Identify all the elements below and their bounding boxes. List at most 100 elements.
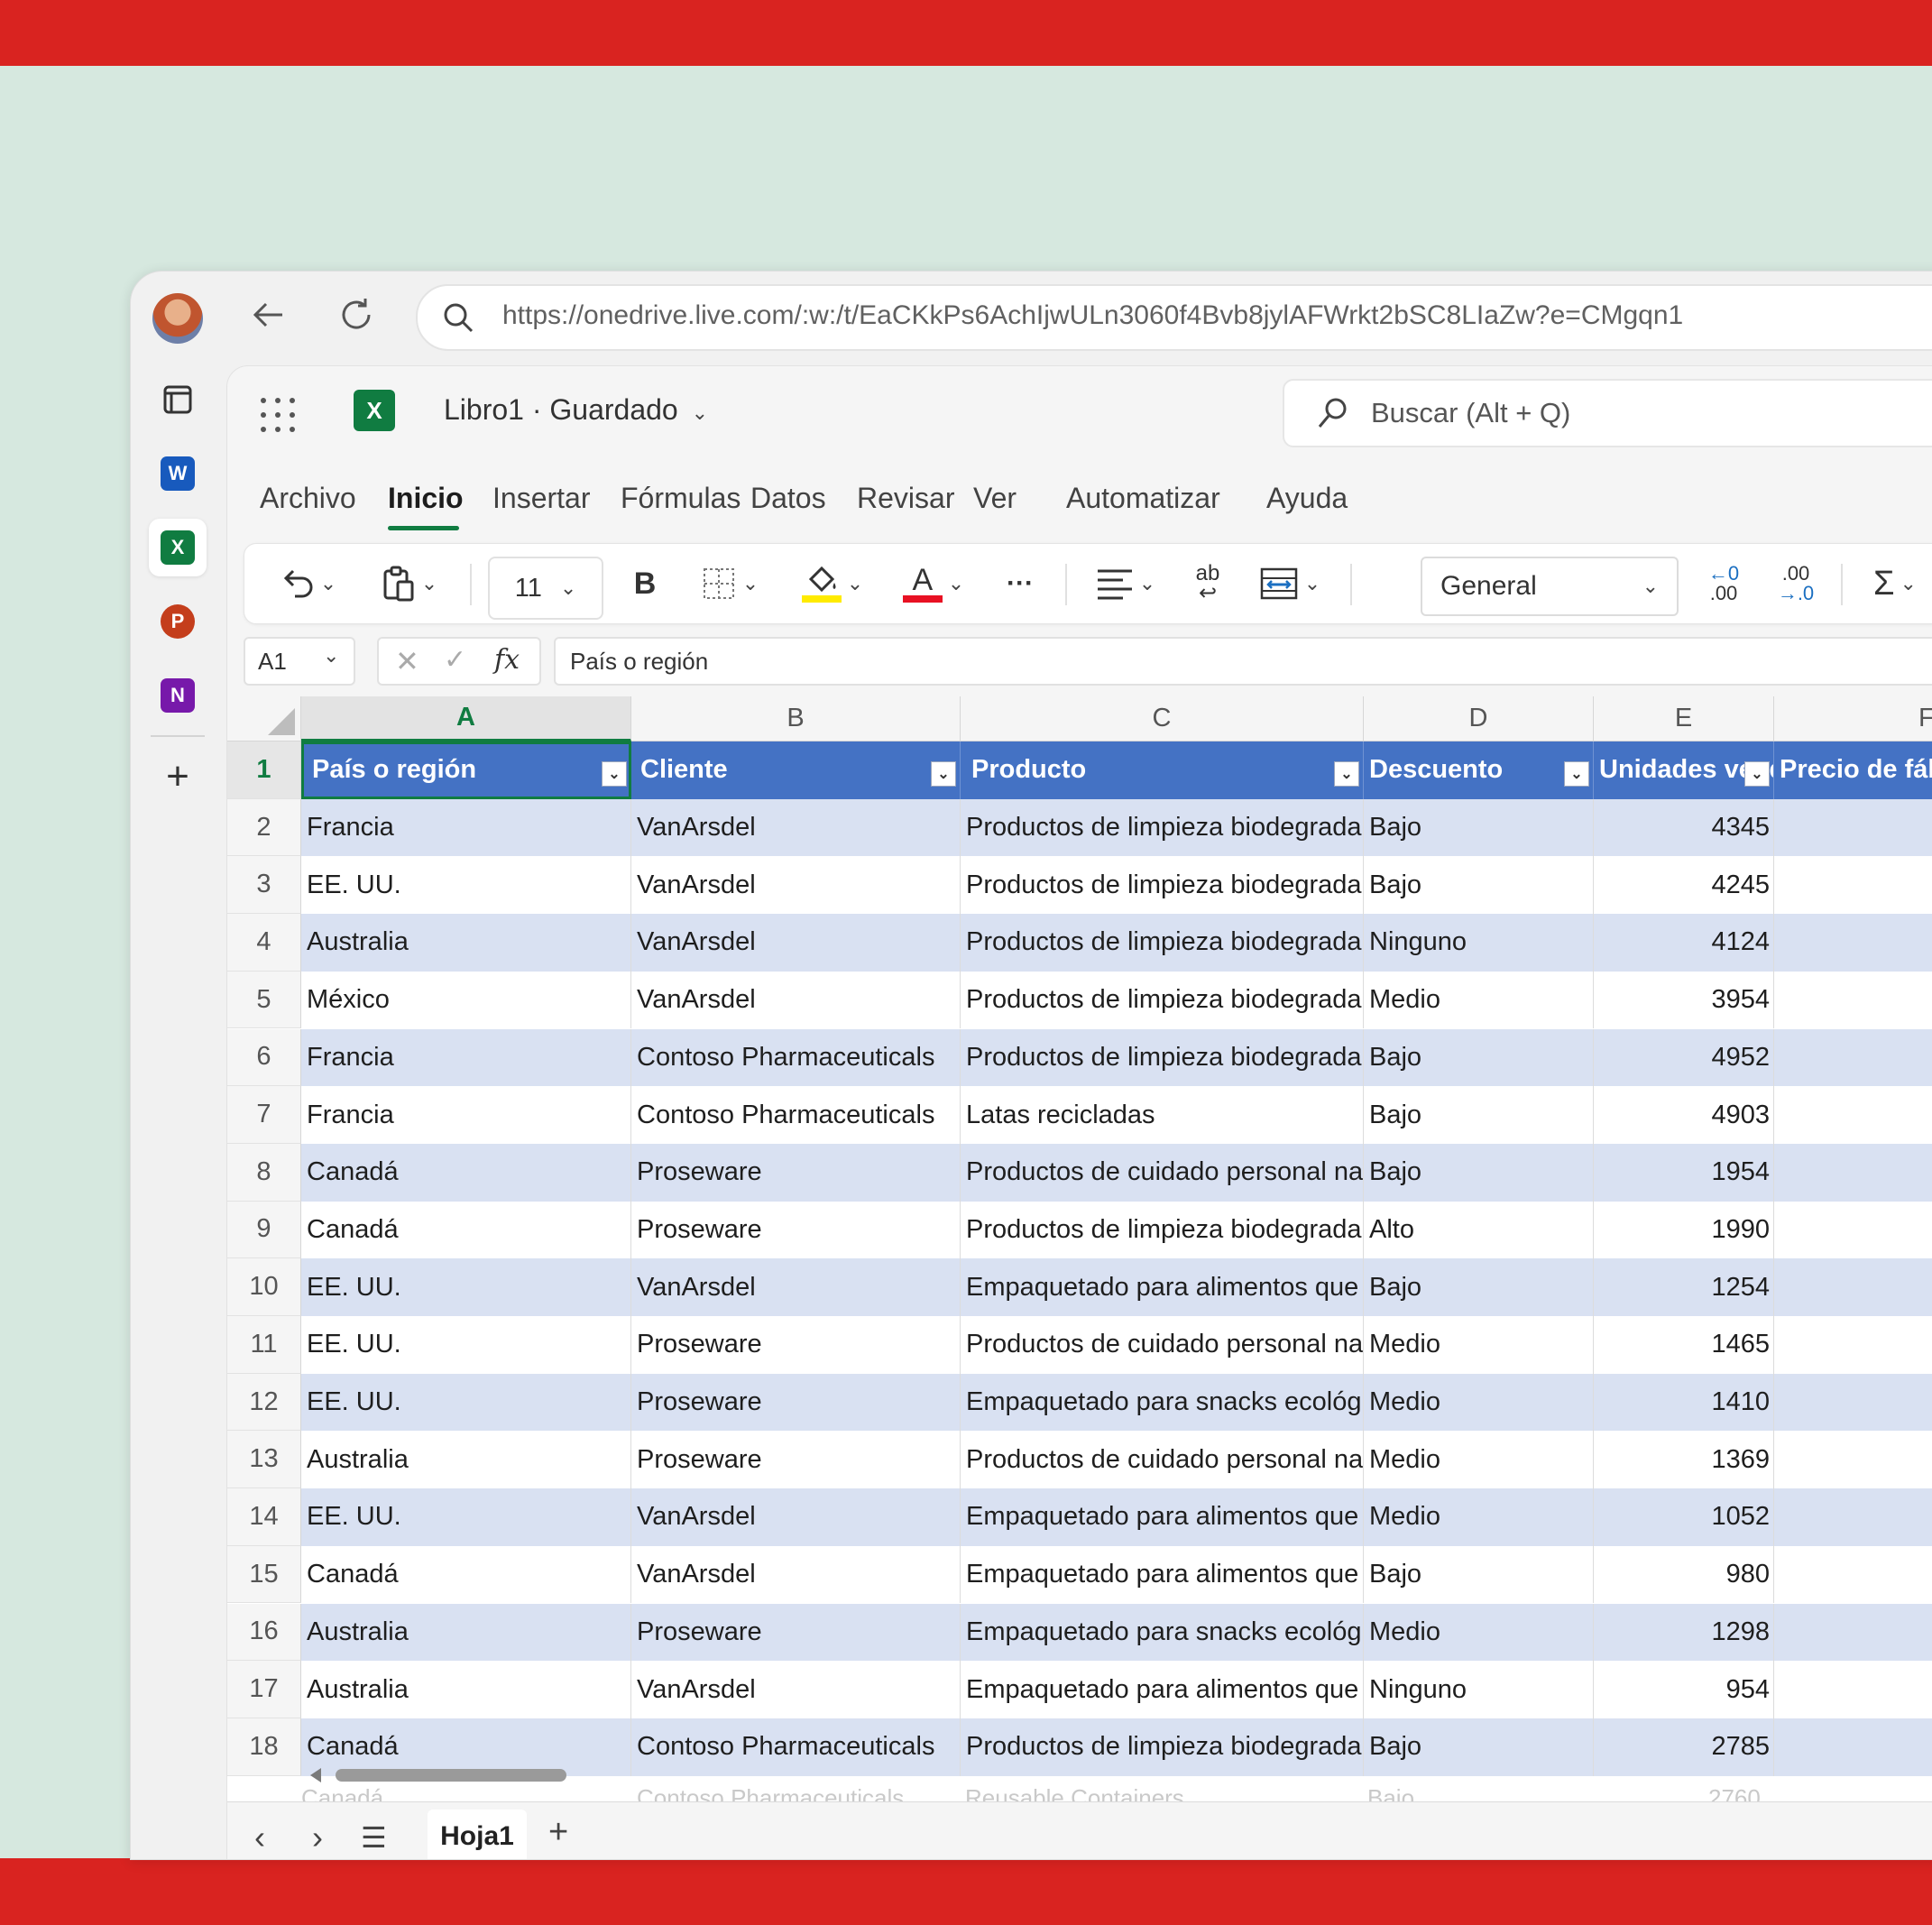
cell-precio[interactable] (1774, 1603, 1932, 1662)
row-number[interactable]: 8 (227, 1143, 301, 1202)
tabs-icon[interactable] (149, 371, 207, 428)
cell-unidades[interactable]: 1298 (1594, 1603, 1774, 1662)
cell-precio[interactable] (1774, 1661, 1932, 1718)
cell-descuento[interactable]: Medio (1364, 1373, 1594, 1432)
tab-datos[interactable]: Datos (750, 482, 826, 515)
cell-pais[interactable]: Australia (301, 1431, 631, 1489)
filter-dropdown-icon[interactable]: ⌄ (602, 761, 627, 787)
align-button[interactable]: ⌄ (1085, 562, 1166, 605)
search-box[interactable]: Buscar (Alt + Q) (1283, 379, 1932, 447)
header-cell-precio[interactable]: Precio de fábrica (1774, 741, 1932, 799)
cell-precio[interactable] (1774, 1316, 1932, 1374)
undo-button[interactable]: ⌄ (271, 562, 344, 605)
cell-producto[interactable]: Empaquetado para alimentos que (961, 1545, 1364, 1604)
filter-dropdown-icon[interactable]: ⌄ (1564, 761, 1589, 787)
cell-producto[interactable]: Productos de cuidado personal naturales (961, 1143, 1364, 1202)
previous-sheet-icon[interactable]: ‹ (254, 1819, 265, 1856)
cell-cliente[interactable]: VanArsdel (631, 1488, 961, 1546)
row-number[interactable]: 13 (227, 1431, 301, 1489)
borders-button[interactable]: ⌄ (686, 562, 773, 605)
cell-descuento[interactable]: Bajo (1364, 1086, 1594, 1144)
cell-unidades[interactable]: 1369 (1594, 1431, 1774, 1489)
row-number[interactable]: 7 (227, 1086, 301, 1144)
word-app-icon[interactable]: W (149, 445, 207, 502)
cell-producto[interactable]: Productos de limpieza biodegradables (961, 798, 1364, 857)
cancel-icon[interactable]: ✕ (395, 644, 419, 678)
cell-producto[interactable]: Empaquetado para alimentos que (961, 1488, 1364, 1546)
cell-descuento[interactable]: Bajo (1364, 1545, 1594, 1604)
check-icon[interactable]: ✓ (444, 644, 466, 676)
cell-producto[interactable]: Latas recicladas (961, 1086, 1364, 1144)
bold-button[interactable]: B (618, 562, 672, 605)
tab-archivo[interactable]: Archivo (260, 482, 356, 515)
header-cell-cliente[interactable]: Cliente ⌄ (631, 741, 961, 799)
next-sheet-icon[interactable]: › (312, 1819, 323, 1856)
select-all-corner[interactable] (227, 696, 301, 741)
cell-precio[interactable] (1774, 1258, 1932, 1316)
cell-unidades[interactable]: 980 (1594, 1545, 1774, 1604)
cell-precio[interactable] (1774, 1373, 1932, 1432)
cell-cliente[interactable]: Proseware (631, 1431, 961, 1489)
row-number[interactable]: 10 (227, 1258, 301, 1316)
cell-descuento[interactable]: Alto (1364, 1201, 1594, 1259)
cell-precio[interactable] (1774, 1488, 1932, 1546)
all-sheets-menu-icon[interactable]: ☰ (361, 1820, 387, 1855)
cell-producto[interactable]: Productos de limpieza biodegradables (961, 914, 1364, 972)
name-box[interactable]: A1 ⌄ (244, 637, 355, 686)
cell-precio[interactable] (1774, 914, 1932, 972)
cell-cliente[interactable]: Proseware (631, 1373, 961, 1432)
refresh-icon[interactable] (336, 295, 376, 341)
app-launcher-icon[interactable] (258, 395, 298, 439)
cell-precio[interactable] (1774, 1431, 1932, 1489)
row-number[interactable]: 16 (227, 1603, 301, 1662)
row-number[interactable]: 6 (227, 1028, 301, 1087)
cell-producto[interactable]: Empaquetado para snacks ecológicos (961, 1603, 1364, 1662)
decrease-decimal-button[interactable]: .00 →.0 (1769, 562, 1823, 605)
tab-formulas[interactable]: Fórmulas (621, 482, 741, 515)
row-number[interactable]: 18 (227, 1718, 301, 1776)
tab-ver[interactable]: Ver (973, 482, 1017, 515)
cell-pais[interactable]: EE. UU. (301, 1258, 631, 1316)
header-cell-producto[interactable]: Producto ⌄ (961, 741, 1364, 799)
cell-pais[interactable]: México (301, 971, 631, 1029)
cell-producto[interactable]: Productos de cuidado personal naturales (961, 1431, 1364, 1489)
row-number[interactable]: 11 (227, 1316, 301, 1374)
paste-button[interactable]: ⌄ (373, 562, 445, 605)
cell-pais[interactable]: Francia (301, 798, 631, 857)
cell-producto[interactable]: Productos de limpieza biodegradables (961, 971, 1364, 1029)
cell-pais[interactable]: Canadá (301, 1718, 631, 1776)
column-header-a[interactable]: A (301, 696, 631, 741)
cell-cliente[interactable]: Contoso Pharmaceuticals (631, 1028, 961, 1087)
wrap-text-button[interactable]: ab ↩ (1181, 562, 1235, 605)
header-cell-unidades[interactable]: Unidades vendidas ⌄ (1594, 741, 1774, 799)
tab-ayuda[interactable]: Ayuda (1266, 482, 1348, 515)
cell-pais[interactable]: EE. UU. (301, 1488, 631, 1546)
autosum-button[interactable]: Σ ⌄ (1859, 562, 1931, 605)
scroll-left-arrow[interactable] (310, 1768, 321, 1782)
cell-unidades[interactable]: 4345 (1594, 798, 1774, 857)
row-number[interactable]: 15 (227, 1545, 301, 1604)
cell-precio[interactable] (1774, 1143, 1932, 1202)
cell-unidades[interactable]: 4124 (1594, 914, 1774, 972)
cell-precio[interactable] (1774, 798, 1932, 857)
cell-producto[interactable]: Productos de cuidado personal naturales (961, 1316, 1364, 1374)
cell-pais[interactable]: EE. UU. (301, 1316, 631, 1374)
cell-descuento[interactable]: Ninguno (1364, 1661, 1594, 1718)
add-sheet-button[interactable]: + (548, 1813, 568, 1852)
cell-unidades[interactable]: 1465 (1594, 1316, 1774, 1374)
font-size-select[interactable]: 11 ⌄ (488, 557, 603, 620)
user-avatar[interactable] (152, 293, 203, 344)
cell-descuento[interactable]: Bajo (1364, 1143, 1594, 1202)
number-format-select[interactable]: General ⌄ (1421, 557, 1679, 616)
cell-cliente[interactable]: VanArsdel (631, 798, 961, 857)
cell-descuento[interactable]: Medio (1364, 971, 1594, 1029)
cell-descuento[interactable]: Bajo (1364, 856, 1594, 915)
cell-unidades[interactable]: 1254 (1594, 1258, 1774, 1316)
cell-cliente[interactable]: Contoso Pharmaceuticals (631, 1086, 961, 1144)
insert-function-icon[interactable]: fx (494, 644, 520, 676)
increase-decimal-button[interactable]: ←0.00 (1697, 562, 1751, 605)
cell-producto[interactable]: Productos de limpieza biodegradables (961, 1201, 1364, 1259)
document-title[interactable]: Libro1 · Guardado ⌄ (444, 393, 708, 427)
cell-cliente[interactable]: VanArsdel (631, 914, 961, 972)
row-number[interactable]: 12 (227, 1373, 301, 1432)
